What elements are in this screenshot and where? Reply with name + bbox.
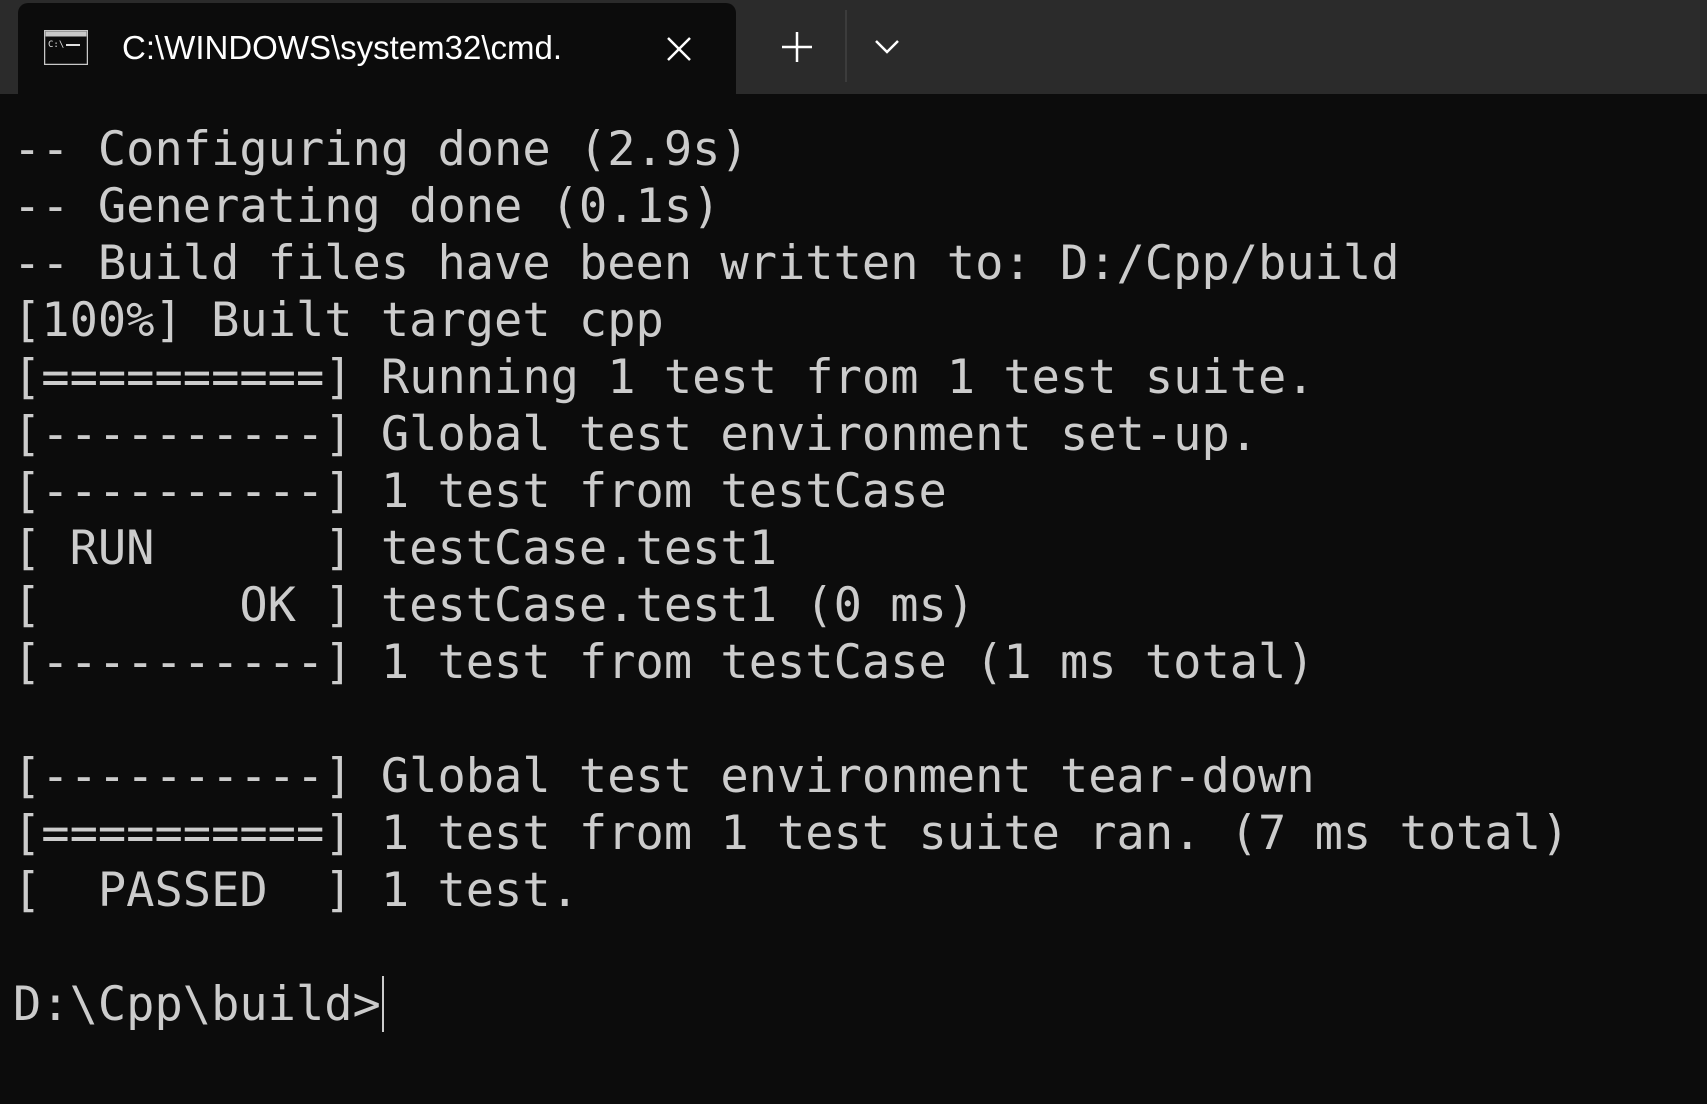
output-line: [==========] Running 1 test from 1 test …	[13, 350, 1315, 405]
output-line: [----------] Global test environment set…	[13, 407, 1259, 462]
output-line: [==========] 1 test from 1 test suite ra…	[13, 806, 1570, 861]
output-line: [ PASSED ] 1 test.	[13, 863, 579, 918]
text-cursor	[381, 976, 384, 1032]
cmd-icon-text: C:\	[48, 40, 64, 50]
output-line: -- Generating done (0.1s)	[13, 179, 721, 234]
output-line: -- Build files have been written to: D:/…	[13, 236, 1400, 291]
close-icon[interactable]	[659, 29, 699, 69]
terminal-output[interactable]: -- Configuring done (2.9s) -- Generating…	[0, 94, 1707, 1104]
chevron-down-icon[interactable]	[867, 26, 907, 66]
output-line: [----------] Global test environment tea…	[13, 749, 1315, 804]
tab-bar-divider	[845, 10, 847, 82]
terminal-lines: -- Configuring done (2.9s) -- Generating…	[13, 121, 1693, 1033]
terminal-window: C:\ C:\WINDOWS\system32\cmd. -- Configur…	[0, 0, 1707, 1104]
command-prompt-line[interactable]: D:\Cpp\build>	[13, 976, 1693, 1033]
output-line: [----------] 1 test from testCase (1 ms …	[13, 635, 1315, 690]
output-line: [----------] 1 test from testCase	[13, 464, 947, 519]
cmd-prompt-icon: C:\	[44, 30, 88, 65]
tab-bar: C:\ C:\WINDOWS\system32\cmd.	[0, 0, 1707, 94]
output-line: [100%] Built target cpp	[13, 293, 664, 348]
command-prompt: D:\Cpp\build>	[13, 977, 381, 1032]
plus-icon[interactable]	[774, 24, 820, 70]
output-line: [ OK ] testCase.test1 (0 ms)	[13, 578, 976, 633]
output-line: -- Configuring done (2.9s)	[13, 122, 749, 177]
output-line: [ RUN ] testCase.test1	[13, 521, 778, 576]
tab-cmd[interactable]: C:\ C:\WINDOWS\system32\cmd.	[18, 3, 736, 94]
tab-title: C:\WINDOWS\system32\cmd.	[122, 29, 563, 66]
